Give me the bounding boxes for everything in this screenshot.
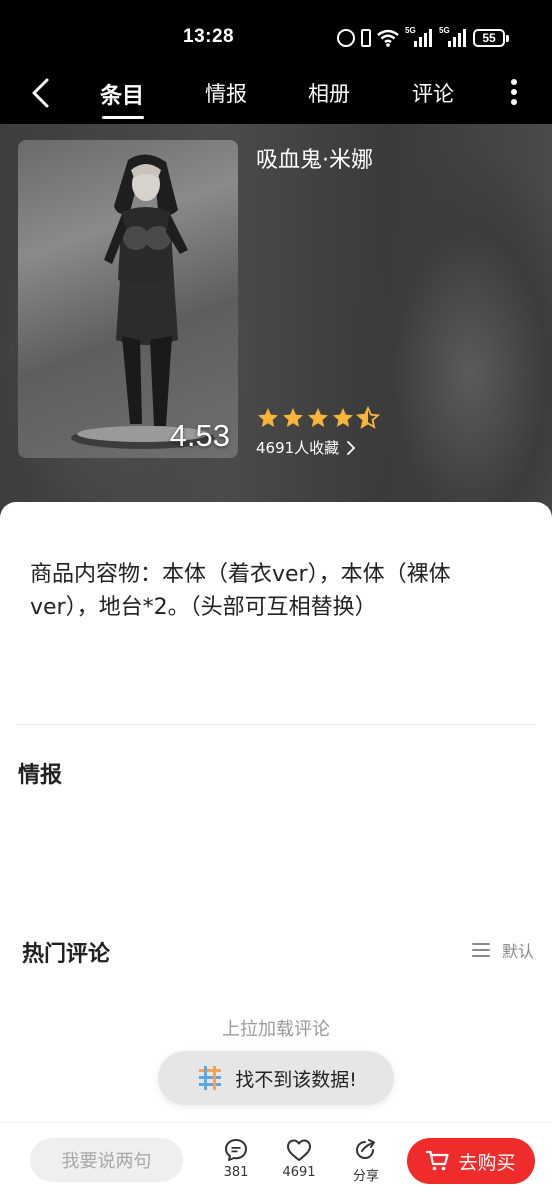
- buy-button[interactable]: 去购买: [407, 1138, 535, 1184]
- collect-count: 4691人收藏: [256, 439, 340, 457]
- comment-icon: [225, 1139, 247, 1161]
- app-logo-icon: [199, 1066, 222, 1090]
- figure-illustration: [71, 154, 215, 449]
- tab-comments[interactable]: 评论: [393, 78, 473, 108]
- comment-input[interactable]: 我要说两句: [30, 1138, 183, 1182]
- battery-level: 55: [482, 31, 496, 45]
- signal-label: 5G: [405, 26, 416, 35]
- share-button[interactable]: 分享: [341, 1137, 391, 1184]
- hot-comments-heading: 热门评论: [22, 942, 111, 967]
- half-star-icon: [356, 406, 380, 429]
- info-heading: 情报: [18, 763, 63, 788]
- share-label: 分享: [352, 1169, 379, 1184]
- like-button[interactable]: 4691: [274, 1137, 324, 1180]
- tab-album[interactable]: 相册: [289, 78, 369, 108]
- nav-bar: 条目 情报 相册 评论: [0, 64, 552, 122]
- tab-indicator: [102, 116, 144, 119]
- load-more-hint: 上拉加载评论: [222, 1019, 330, 1040]
- product-description: 商品内容物：本体（着衣ver），本体（裸体ver），地台*2。（头部可互相替换）: [30, 562, 451, 620]
- toast-text: 找不到该数据!: [235, 1068, 357, 1091]
- share-icon: [355, 1139, 375, 1160]
- star-icon: [258, 408, 278, 427]
- status-time: 13:28: [183, 26, 235, 47]
- menu-lines-icon: [472, 943, 490, 957]
- toast: 找不到该数据!: [158, 1051, 394, 1105]
- back-button[interactable]: [22, 74, 60, 112]
- divider: [16, 724, 536, 725]
- heart-icon: [287, 1139, 311, 1161]
- rating-stars: [256, 406, 380, 430]
- star-icon: [283, 408, 303, 427]
- product-title: 吸血鬼·米娜: [256, 148, 373, 173]
- comments-button[interactable]: 381: [211, 1137, 261, 1180]
- star-icon: [308, 408, 328, 427]
- more-button[interactable]: [500, 76, 528, 112]
- collect-count-link[interactable]: 4691人收藏: [256, 437, 357, 458]
- rating-score: 4.53: [169, 418, 230, 453]
- shopping-cart-icon: [426, 1150, 450, 1171]
- alarm-icon: [337, 29, 355, 47]
- vibrate-icon: [361, 29, 371, 47]
- tab-info[interactable]: 情报: [186, 78, 266, 108]
- header-area: 13:28 5G 5G 55 条目 情报 相册 评论 4.53 吸血鬼·米娜 4…: [0, 0, 552, 560]
- signal-icon: 5G: [439, 26, 467, 47]
- wifi-icon: [377, 29, 399, 47]
- sort-button[interactable]: 默认: [472, 938, 534, 962]
- product-image[interactable]: 4.53: [18, 140, 238, 458]
- comment-count: 381: [223, 1165, 249, 1180]
- sort-label: 默认: [502, 942, 535, 961]
- signal-icon: 5G: [405, 26, 433, 47]
- status-icons: 5G 5G 55: [337, 26, 509, 50]
- bottom-bar: 我要说两句 381 4691 分享 去购买: [0, 1122, 552, 1198]
- back-arrow-icon: [32, 78, 49, 108]
- more-vertical-icon: [500, 79, 528, 105]
- battery-icon: 55: [473, 29, 505, 47]
- signal-label: 5G: [439, 26, 450, 35]
- star-icon: [333, 408, 353, 427]
- chevron-right-icon: [347, 440, 356, 455]
- like-count: 4691: [282, 1165, 316, 1180]
- buy-label: 去购买: [458, 1151, 516, 1174]
- battery-tip: [506, 34, 509, 42]
- tab-entry[interactable]: 条目: [82, 78, 162, 110]
